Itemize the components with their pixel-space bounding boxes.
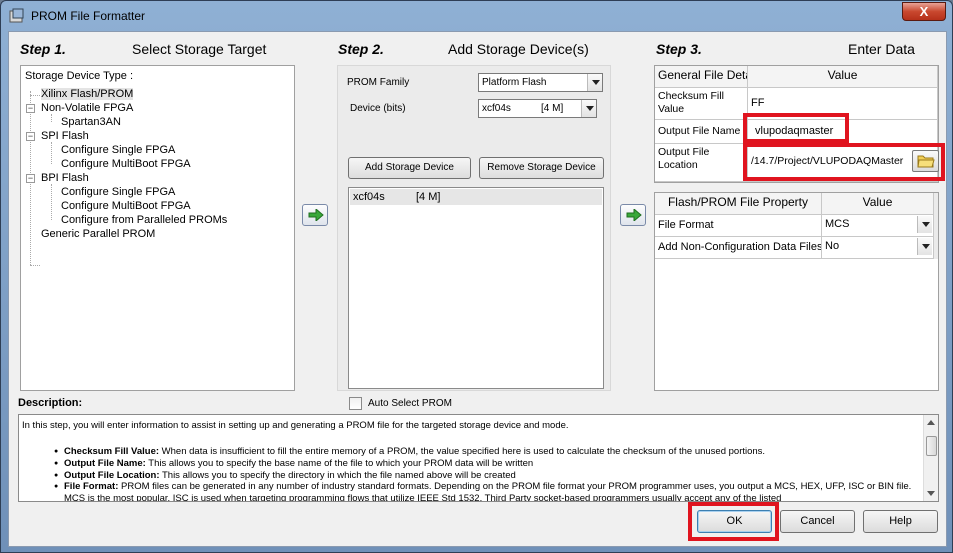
arrow-right-icon — [626, 209, 642, 221]
device-value: xcf04s — [482, 103, 511, 114]
tree-item-generic-parallel-prom[interactable]: Generic Parallel PROM — [41, 228, 155, 240]
client-area: Step 1. Select Storage Target Step 2. Ad… — [8, 31, 947, 547]
tree-item-non-volatile-fpga[interactable]: Non-Volatile FPGA — [41, 102, 133, 114]
auto-select-label: Auto Select PROM — [368, 398, 452, 409]
highlight-box — [688, 502, 779, 541]
tree-item-xilinx-flash[interactable]: Xilinx Flash/PROM — [41, 88, 134, 100]
list-item: Output File Location: This allows you to… — [54, 470, 922, 482]
description-scrollbar[interactable] — [923, 415, 938, 501]
scroll-thumb[interactable] — [926, 436, 937, 456]
title-bar[interactable]: PROM File Formatter X — [1, 1, 952, 31]
next-step-button[interactable] — [302, 204, 328, 226]
list-item: File Format: PROM files can be generated… — [54, 481, 922, 501]
chevron-down-icon[interactable] — [581, 100, 596, 117]
highlight-box — [743, 143, 945, 181]
next-step-button[interactable] — [620, 204, 646, 226]
collapse-icon[interactable]: − — [26, 104, 35, 113]
file-property-grid: Flash/PROM File Property Value File Form… — [654, 192, 939, 391]
close-button[interactable]: X — [902, 2, 946, 21]
step3-number: Step 3. — [656, 41, 702, 57]
tree-item-bpi-flash[interactable]: BPI Flash — [41, 172, 89, 184]
tree-item-spi-flash[interactable]: SPI Flash — [41, 130, 89, 142]
step2-number: Step 2. — [338, 41, 384, 57]
step1-title: Select Storage Target — [132, 41, 267, 57]
tree-item-bpi-single-fpga[interactable]: Configure Single FPGA — [61, 186, 175, 198]
tree-item-bpi-multiboot-fpga[interactable]: Configure MultiBoot FPGA — [61, 200, 191, 212]
non-config-files-label: Add Non-Configuration Data Files — [655, 237, 822, 259]
device-name: xcf04s — [353, 191, 385, 203]
prom-family-value: Platform Flash — [482, 77, 547, 88]
list-item[interactable]: xcf04s [4 M] — [350, 189, 602, 205]
step2-title: Add Storage Device(s) — [448, 41, 589, 57]
chevron-down-icon[interactable] — [917, 216, 932, 233]
list-item: Checksum Fill Value: When data is insuff… — [54, 446, 922, 458]
remove-storage-device-button[interactable]: Remove Storage Device — [479, 157, 604, 179]
add-storage-device-button[interactable]: Add Storage Device — [348, 157, 471, 179]
tree-item-spi-multiboot-fpga[interactable]: Configure MultiBoot FPGA — [61, 158, 191, 170]
storage-device-list[interactable]: xcf04s [4 M] — [348, 187, 604, 389]
checksum-fill-label: Checksum Fill Value — [655, 88, 748, 120]
list-item: Output File Name: This allows you to spe… — [54, 458, 922, 470]
prom-formatter-window: PROM File Formatter X Step 1. Select Sto… — [0, 0, 953, 553]
non-config-files-value: No — [825, 240, 840, 252]
description-intro: In this step, you will enter information… — [22, 420, 569, 431]
step3-title: Enter Data — [848, 41, 915, 57]
non-config-files-select[interactable]: No — [822, 237, 934, 259]
storage-device-tree[interactable]: Storage Device Type : Xilinx Flash/PROM … — [20, 65, 295, 391]
arrow-right-icon — [308, 209, 324, 221]
tree-item-spartan3an[interactable]: Spartan3AN — [61, 116, 121, 128]
tree-item-spi-single-fpga[interactable]: Configure Single FPGA — [61, 144, 175, 156]
prom-family-label: PROM Family — [347, 77, 410, 88]
collapse-icon[interactable]: − — [26, 174, 35, 183]
help-button[interactable]: Help — [863, 510, 938, 533]
app-icon — [9, 8, 24, 23]
prom-family-select[interactable]: Platform Flash — [478, 73, 603, 92]
device-size: [4 M] — [416, 191, 441, 203]
cancel-button[interactable]: Cancel — [780, 510, 855, 533]
device-select[interactable]: xcf04s [4 M] — [478, 99, 597, 118]
step2-panel: PROM Family Platform Flash Device (bits)… — [337, 65, 611, 410]
scroll-down-icon[interactable] — [924, 486, 938, 501]
grid-header-key: General File Detai — [655, 66, 748, 88]
device-bits-label: Device (bits) — [350, 103, 406, 114]
highlight-box — [743, 113, 849, 143]
property-header-key: Flash/PROM File Property — [655, 193, 822, 215]
tree-item-paralleled-proms[interactable]: Configure from Paralleled PROMs — [61, 214, 227, 226]
window-title: PROM File Formatter — [31, 9, 146, 23]
tree-header: Storage Device Type : — [25, 70, 134, 82]
file-format-label: File Format — [655, 215, 822, 237]
description-label: Description: — [18, 397, 83, 409]
chevron-down-icon[interactable] — [587, 74, 602, 91]
description-panel[interactable]: In this step, you will enter information… — [18, 414, 939, 502]
file-format-value: MCS — [825, 218, 850, 230]
property-header-value: Value — [822, 193, 934, 215]
chevron-down-icon[interactable] — [917, 238, 932, 255]
output-file-name-label: Output File Name — [655, 120, 748, 144]
scroll-up-icon[interactable] — [924, 415, 938, 430]
description-bullets: Checksum Fill Value: When data is insuff… — [54, 446, 922, 501]
auto-select-checkbox[interactable] — [349, 397, 362, 410]
output-file-location-label: Output File Location — [655, 144, 748, 182]
step1-number: Step 1. — [20, 41, 66, 57]
grid-header-value: Value — [748, 66, 938, 88]
device-size: [4 M] — [541, 103, 564, 114]
property-grid-empty — [655, 259, 938, 390]
collapse-icon[interactable]: − — [26, 132, 35, 141]
file-format-select[interactable]: MCS — [822, 215, 934, 237]
